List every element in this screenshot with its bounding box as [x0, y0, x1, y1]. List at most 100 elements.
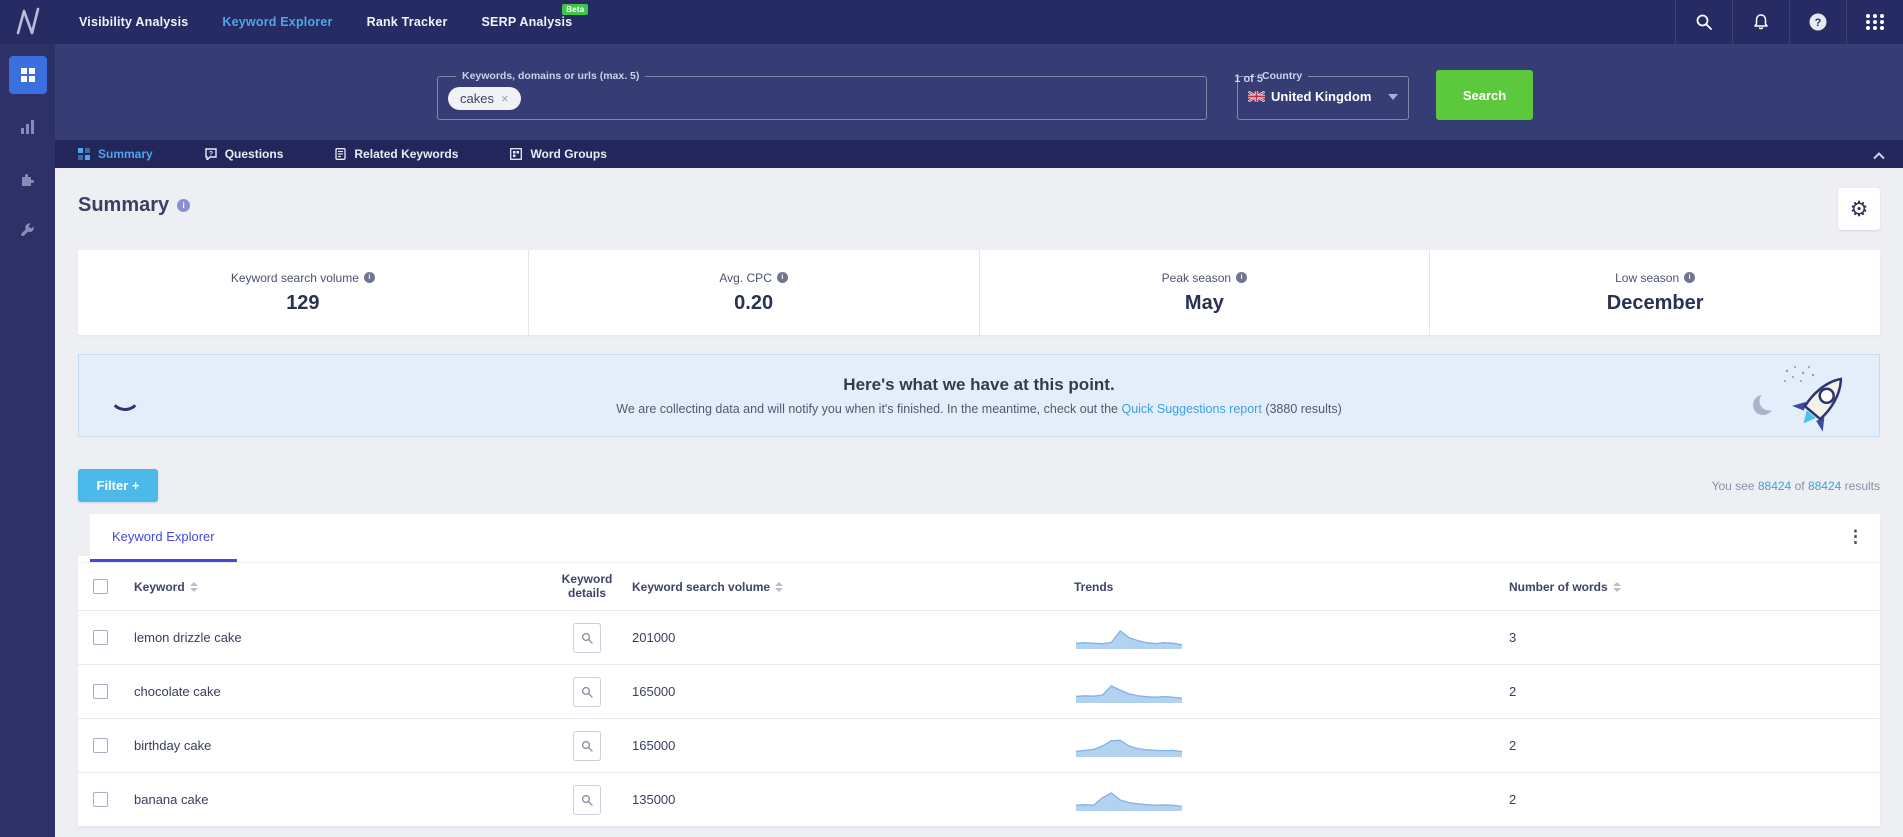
trend-sparkline	[1074, 624, 1509, 651]
logo-icon	[16, 7, 39, 35]
notifications-button[interactable]	[1732, 0, 1789, 44]
stat-peak-season-value: May	[1184, 291, 1224, 314]
keyword-cell[interactable]: banana cake	[122, 792, 542, 807]
col-search-volume: Keyword search volume	[632, 579, 771, 594]
table-row: birthday cake 165000 2	[78, 719, 1880, 773]
filter-button[interactable]: Filter +	[78, 469, 158, 502]
sort-keyword-icon[interactable]	[189, 581, 198, 592]
stat-low-season-value: December	[1606, 291, 1704, 314]
page-title-text: Summary	[78, 194, 170, 216]
trend-sparkline	[1074, 678, 1509, 705]
search-volume-cell: 201000	[632, 630, 676, 645]
tab-word-groups-label: Word Groups	[530, 147, 607, 161]
keyword-details-button[interactable]	[573, 784, 601, 815]
tab-related-keywords-label: Related Keywords	[354, 147, 459, 161]
stat-low-season: Low season i December	[1429, 250, 1880, 335]
table-row: chocolate cake 165000 2	[78, 665, 1880, 719]
tab-questions[interactable]: ? Questions	[205, 147, 284, 161]
results-of: of	[1794, 478, 1805, 493]
nav-visibility-analysis[interactable]: Visibility Analysis	[79, 15, 188, 29]
magnifier-icon	[581, 686, 593, 698]
number-of-words-cell: 2	[1509, 684, 1517, 699]
keyword-cell[interactable]: birthday cake	[122, 738, 542, 753]
results-word: results	[1844, 478, 1880, 493]
search-band: Keywords, domains or urls (max. 5) cakes…	[55, 44, 1903, 140]
sort-volume-icon[interactable]	[775, 581, 784, 592]
col-keyword: Keyword	[134, 579, 185, 594]
keyword-details-button[interactable]	[573, 676, 601, 707]
main-nav: Visibility Analysis Keyword Explorer Ran…	[55, 0, 589, 44]
stat-avg-cpc: Avg. CPC i 0.20	[527, 250, 979, 335]
nav-keyword-explorer[interactable]: Keyword Explorer	[222, 15, 332, 29]
tab-related-keywords[interactable]: Related Keywords	[335, 147, 458, 161]
remove-tag-icon[interactable]: ×	[501, 91, 509, 106]
number-of-words-cell: 2	[1509, 738, 1517, 753]
apps-grid-icon	[1865, 14, 1885, 30]
results-shown-count[interactable]: 88424	[1758, 479, 1791, 493]
nav-serp-analysis[interactable]: SERP Analysis Beta	[482, 4, 589, 29]
summary-icon	[78, 148, 90, 160]
row-checkbox[interactable]	[92, 630, 108, 645]
keyword-cell[interactable]: chocolate cake	[122, 684, 542, 699]
search-button-top[interactable]	[1675, 0, 1732, 44]
table-tab-strip: Keyword Explorer ⋮	[78, 514, 1880, 563]
results-total-count[interactable]: 88424	[1808, 479, 1841, 493]
banner-results-count: (3880 results)	[1265, 402, 1342, 416]
row-checkbox[interactable]	[92, 792, 108, 807]
row-checkbox[interactable]	[92, 738, 108, 753]
info-icon[interactable]: i	[363, 272, 375, 283]
related-keywords-icon	[335, 148, 347, 160]
tab-strip-notch	[78, 514, 90, 556]
search-icon	[1696, 14, 1712, 30]
country-select[interactable]: Country United Kingdom	[1237, 70, 1409, 120]
keyword-explorer-tab[interactable]: Keyword Explorer	[90, 514, 237, 562]
chart-icon	[20, 120, 34, 134]
uk-flag-icon	[1248, 91, 1265, 102]
select-all-checkbox[interactable]	[92, 579, 108, 594]
sidebar-item-dashboard[interactable]	[8, 56, 47, 94]
help-button[interactable]: ?	[1789, 0, 1846, 44]
settings-button[interactable]: ⚙	[1838, 188, 1880, 230]
loading-spinner-icon	[109, 379, 141, 411]
page-title: Summary i	[78, 194, 191, 217]
table-header: Keyword Keyword details Keyword search v…	[78, 563, 1880, 611]
summary-info-icon[interactable]: i	[177, 199, 191, 212]
magnifier-icon	[581, 632, 593, 644]
stat-avg-cpc-value: 0.20	[734, 291, 774, 314]
number-of-words-cell: 3	[1509, 630, 1517, 645]
info-icon[interactable]: i	[1684, 272, 1696, 283]
quick-suggestions-link[interactable]: Quick Suggestions report	[1121, 402, 1261, 416]
keyword-details-button[interactable]	[573, 730, 601, 761]
search-volume-cell: 165000	[632, 738, 676, 753]
sidebar-item-integrations[interactable]	[9, 160, 47, 198]
banner-message: We are collecting data and will notify y…	[616, 402, 1342, 416]
number-of-words-cell: 2	[1509, 792, 1517, 807]
apps-menu-button[interactable]	[1846, 0, 1903, 44]
col-trends: Trends	[1074, 579, 1114, 594]
magnifier-icon	[581, 794, 593, 806]
keyword-tag[interactable]: cakes ×	[448, 87, 521, 110]
left-sidebar	[0, 44, 55, 837]
keyword-cell[interactable]: lemon drizzle cake	[122, 630, 542, 645]
collapse-panel-button[interactable]	[1873, 147, 1885, 165]
tab-summary[interactable]: Summary	[78, 147, 153, 161]
app-logo[interactable]	[0, 0, 55, 44]
sort-words-icon[interactable]	[1612, 581, 1621, 592]
keywords-field[interactable]: Keywords, domains or urls (max. 5) cakes…	[437, 70, 1268, 120]
info-icon[interactable]: i	[1236, 272, 1248, 283]
sidebar-item-tools[interactable]	[9, 212, 47, 250]
nav-rank-tracker[interactable]: Rank Tracker	[367, 15, 448, 29]
tab-questions-label: Questions	[224, 147, 284, 161]
svg-text:?: ?	[209, 151, 213, 158]
word-groups-icon	[510, 148, 523, 160]
keyword-details-button[interactable]	[573, 622, 601, 653]
gear-icon: ⚙	[1849, 197, 1869, 221]
wrench-icon	[20, 223, 34, 237]
sidebar-item-reports[interactable]	[9, 108, 47, 146]
row-checkbox[interactable]	[92, 684, 108, 699]
chevron-down-icon	[1388, 93, 1398, 100]
info-icon[interactable]: i	[776, 272, 788, 283]
search-submit-button[interactable]: Search	[1436, 70, 1533, 120]
table-menu-button[interactable]: ⋮	[1847, 527, 1864, 547]
tab-word-groups[interactable]: Word Groups	[510, 147, 607, 161]
